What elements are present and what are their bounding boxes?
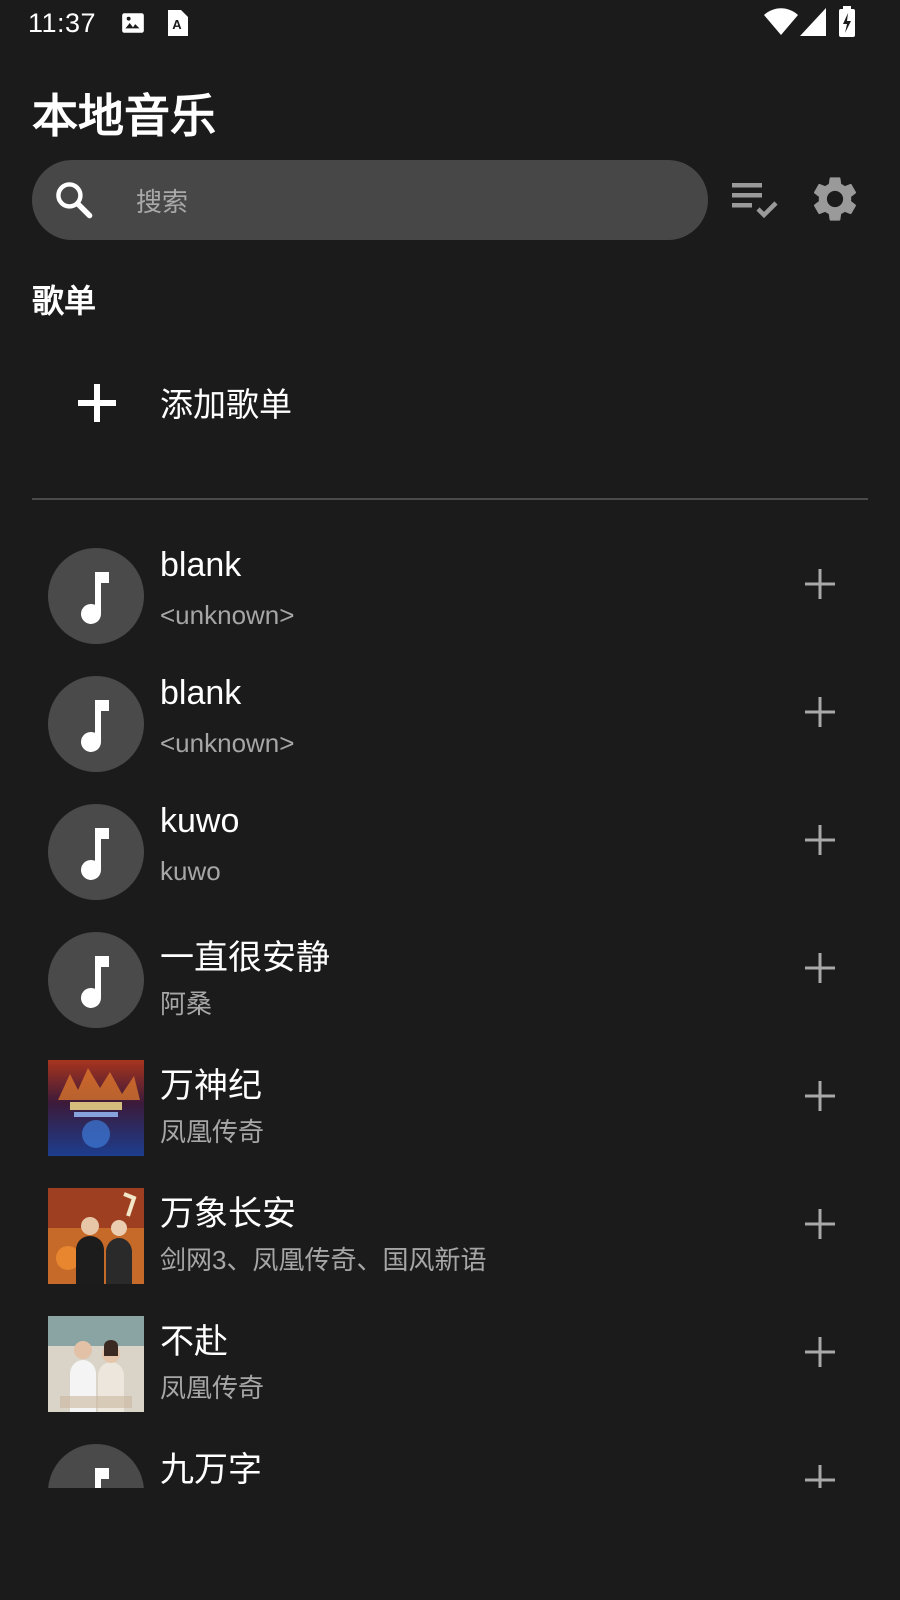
song-title: blank — [160, 546, 242, 584]
cellular-signal-icon — [800, 8, 826, 40]
search-placeholder: 搜索 — [136, 188, 189, 218]
song-artist: 阿桑 — [160, 989, 213, 1019]
add-to-playlist-icon[interactable] — [804, 824, 836, 860]
song-artist: kuwo — [160, 856, 221, 886]
song-title: 万象长安 — [160, 1195, 296, 1233]
music-note-icon — [48, 932, 144, 1028]
page-title: 本地音乐 — [32, 89, 216, 143]
add-to-playlist-icon[interactable] — [804, 1208, 836, 1244]
song-title: 万神纪 — [160, 1067, 262, 1105]
add-to-playlist-icon[interactable] — [804, 1464, 836, 1488]
song-item[interactable]: kuwo kuwo — [0, 792, 900, 920]
song-artist: 凤凰传奇 — [160, 1117, 265, 1147]
song-artist: 凤凰传奇 — [160, 1373, 265, 1403]
status-bar: 11:37 A — [0, 0, 900, 48]
song-title: 一直很安静 — [160, 939, 330, 977]
settings-gear-icon[interactable] — [808, 172, 862, 230]
search-input[interactable]: 搜索 — [32, 160, 708, 240]
song-item[interactable]: 万神纪 凤凰传奇 — [0, 1048, 900, 1176]
add-to-playlist-icon[interactable] — [804, 696, 836, 732]
song-artist: <unknown> — [160, 728, 295, 758]
plus-icon — [74, 380, 120, 430]
song-artist: <unknown> — [160, 600, 295, 630]
playlist-section-title: 歌单 — [32, 282, 97, 320]
song-title: 九万字 — [160, 1451, 262, 1488]
song-item[interactable]: 一直很安静 阿桑 — [0, 920, 900, 1048]
add-playlist-label: 添加歌单 — [160, 385, 292, 424]
status-time: 11:37 — [28, 8, 97, 38]
album-cover-image — [48, 1316, 144, 1412]
song-artist: 剑网3、凤凰传奇、国风新语 — [160, 1245, 487, 1275]
music-note-icon — [48, 676, 144, 772]
divider — [32, 498, 868, 500]
song-item[interactable]: 万象长安 剑网3、凤凰传奇、国风新语 — [0, 1176, 900, 1304]
search-icon — [52, 178, 96, 226]
song-title: blank — [160, 674, 242, 712]
song-item[interactable]: blank <unknown> — [0, 536, 900, 664]
music-note-icon — [48, 1444, 144, 1488]
album-cover-image — [48, 1188, 144, 1284]
battery-charging-icon — [838, 6, 856, 42]
add-to-playlist-icon[interactable] — [804, 1336, 836, 1372]
add-playlist-button[interactable]: 添加歌单 — [32, 360, 868, 450]
album-cover-image — [48, 1060, 144, 1156]
song-list[interactable]: blank <unknown> blank <unknown> kuwo kuw… — [0, 536, 900, 1488]
svg-text:A: A — [172, 17, 182, 32]
song-title: 不赴 — [160, 1323, 228, 1361]
song-title: kuwo — [160, 802, 240, 840]
wifi-icon — [764, 8, 798, 40]
song-item[interactable]: 九万字 — [0, 1432, 900, 1488]
music-note-icon — [48, 804, 144, 900]
song-item[interactable]: blank <unknown> — [0, 664, 900, 792]
app-notification-icon: A — [166, 10, 188, 40]
image-notification-icon — [120, 10, 146, 40]
add-to-playlist-icon[interactable] — [804, 952, 836, 988]
playlist-check-icon[interactable] — [730, 180, 784, 226]
add-to-playlist-icon[interactable] — [804, 568, 836, 604]
song-item[interactable]: 不赴 凤凰传奇 — [0, 1304, 900, 1432]
music-note-icon — [48, 548, 144, 644]
add-to-playlist-icon[interactable] — [804, 1080, 836, 1116]
